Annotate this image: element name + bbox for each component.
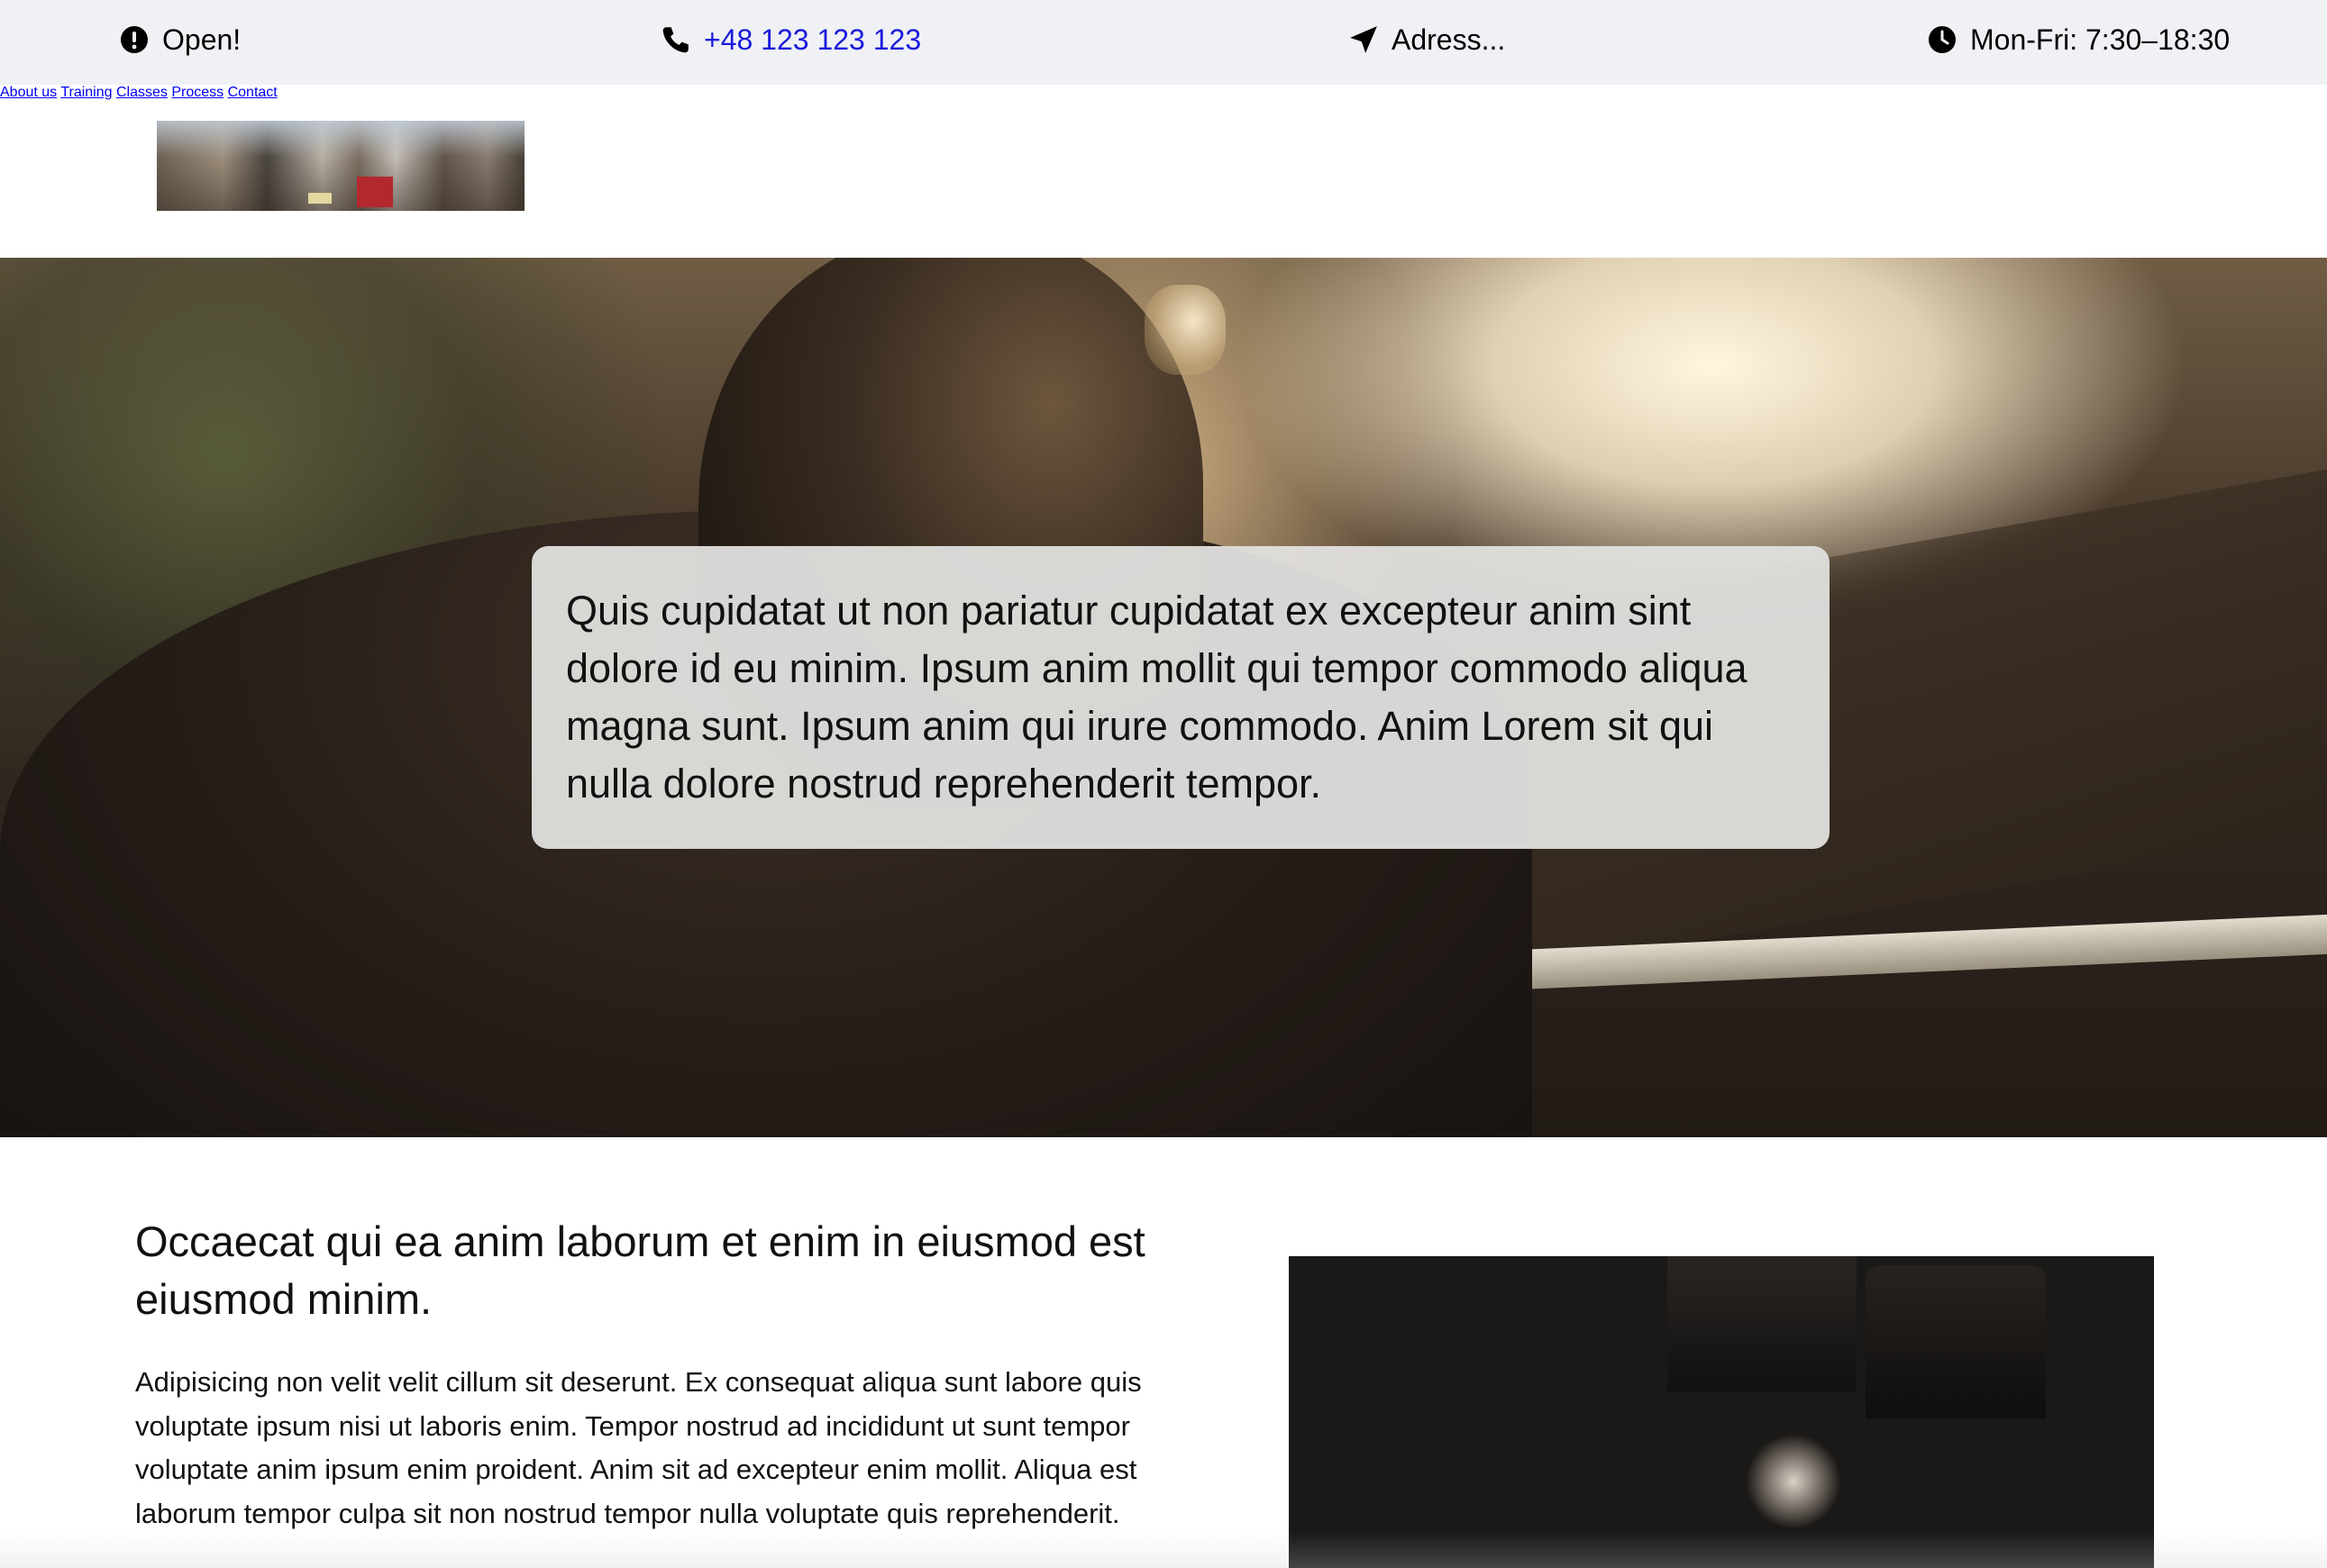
hours-text: Mon-Fri: 7:30–18:30 (1970, 23, 2231, 56)
site-header: About us Training Classes Process Contac… (0, 85, 2327, 258)
logo-detail (357, 177, 393, 207)
site-logo[interactable] (157, 121, 525, 211)
phone-icon (661, 24, 691, 55)
location-arrow-icon (1348, 24, 1379, 55)
section-image-part (1866, 1265, 2046, 1418)
nav-training[interactable]: Training (60, 85, 112, 100)
section-image-part (1667, 1256, 1857, 1391)
nav-process[interactable]: Process (171, 85, 224, 100)
nav-classes[interactable]: Classes (116, 85, 168, 100)
address-info: Adress... (1348, 0, 1505, 79)
logo-detail (308, 193, 332, 204)
hero-text: Quis cupidatat ut non pariatur cupidatat… (566, 588, 1748, 807)
hero-image-part (1145, 285, 1226, 375)
exclamation-circle-icon (119, 24, 150, 55)
section-body: Adipisicing non velit velit cillum sit d… (135, 1366, 1142, 1529)
phone-info[interactable]: +48 123 123 123 (661, 0, 921, 79)
section-title: Occaecat qui ea anim laborum et enim in … (135, 1217, 1145, 1323)
address-text: Adress... (1392, 23, 1506, 56)
top-info-bar: Open! +48 123 123 123 Adress... Mon-Fri:… (0, 0, 2327, 85)
section-image (1289, 1256, 2154, 1568)
status-info: Open! (119, 0, 241, 79)
main-nav: About us Training Classes Process Contac… (0, 85, 2327, 101)
clock-icon (1927, 24, 1957, 55)
status-text: Open! (162, 23, 242, 56)
phone-link[interactable]: +48 123 123 123 (704, 23, 921, 57)
hours-info: Mon-Fri: 7:30–18:30 (1927, 0, 2230, 79)
nav-about-us[interactable]: About us (0, 85, 57, 100)
nav-contact[interactable]: Contact (228, 85, 278, 100)
hero-text-card: Quis cupidatat ut non pariatur cupidatat… (532, 546, 1830, 849)
